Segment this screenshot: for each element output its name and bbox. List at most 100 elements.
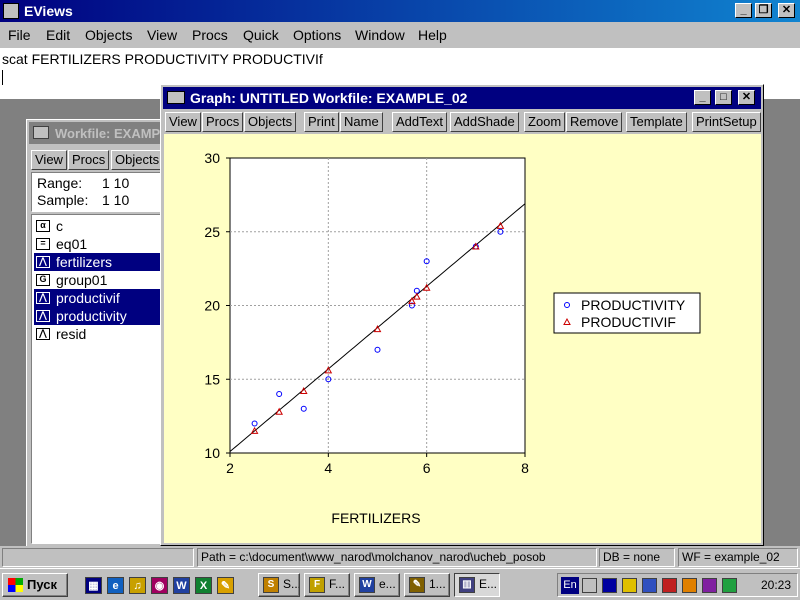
- wf-object-productivif[interactable]: ⋀ productivif: [34, 289, 164, 307]
- menu-options[interactable]: Options: [293, 27, 341, 43]
- word-icon[interactable]: W: [173, 577, 190, 594]
- x-axis-label: FERTILIZERS: [331, 510, 420, 526]
- task-button-eviews[interactable]: ▥ E...: [454, 573, 500, 597]
- workfile-titlebar[interactable]: Workfile: EXAMPLE_02: [29, 122, 199, 144]
- app-titlebar[interactable]: EViews _ ❐ ✕: [0, 0, 800, 22]
- start-label: Пуск: [27, 577, 57, 592]
- status-message: [2, 548, 194, 567]
- menu-objects[interactable]: Objects: [85, 27, 132, 43]
- menu-bar: File Edit Objects View Procs Quick Optio…: [0, 22, 800, 48]
- wf-object-group01[interactable]: G group01: [34, 271, 164, 289]
- tool-icon[interactable]: ✎: [217, 577, 234, 594]
- antivirus-icon[interactable]: [722, 578, 737, 593]
- graph-zoom-button[interactable]: Zoom: [524, 112, 566, 132]
- system-tray: En 20:23: [557, 573, 798, 597]
- series-icon: ⋀: [36, 310, 50, 322]
- graph-addshade-button[interactable]: AddShade: [450, 112, 519, 132]
- menu-help[interactable]: Help: [418, 27, 447, 43]
- x-tick-label: 6: [423, 460, 431, 476]
- excel-icon[interactable]: X: [195, 577, 212, 594]
- series-icon: ⋀: [36, 256, 50, 268]
- graph-addtext-button[interactable]: AddText: [392, 112, 447, 132]
- legend-label: PRODUCTIVIF: [581, 314, 676, 330]
- graph-print-button[interactable]: Print: [304, 112, 339, 132]
- wf-object-resid[interactable]: ⋀ resid: [34, 325, 164, 343]
- range-label: Range:: [37, 175, 83, 191]
- range-value[interactable]: 1 10: [102, 175, 129, 191]
- graph-name-button[interactable]: Name: [340, 112, 383, 132]
- series-icon: ⋀: [36, 292, 50, 304]
- coef-icon: α: [36, 220, 50, 232]
- workfile-window[interactable]: Workfile: EXAMPLE_02 View Procs Objects …: [26, 119, 199, 549]
- sample-label: Sample:: [37, 192, 89, 208]
- y-tick-label: 10: [204, 445, 220, 461]
- word-icon: W: [359, 577, 375, 593]
- scatter-chart: 2 4 6 8 10 15 20 25 30 FERTILIZERS PRODUCTIVITYP…: [204, 150, 701, 526]
- close-button[interactable]: ✕: [778, 3, 795, 18]
- group-icon: G: [36, 274, 50, 286]
- graph-window[interactable]: Graph: UNTITLED Workfile: EXAMPLE_02 _ □…: [160, 84, 764, 546]
- media-icon[interactable]: ♫: [129, 577, 146, 594]
- graph-remove-button[interactable]: Remove: [566, 112, 623, 132]
- task-button-2[interactable]: F F...: [304, 573, 350, 597]
- menu-view[interactable]: View: [147, 27, 177, 43]
- eviews-icon: ▥: [459, 577, 475, 593]
- graph-view-button[interactable]: View: [165, 112, 201, 132]
- task-button-3[interactable]: W e...: [354, 573, 400, 597]
- wf-object-fertilizers[interactable]: ⋀ fertilizers: [34, 253, 164, 271]
- wf-object-productivity[interactable]: ⋀ productivity: [34, 307, 164, 325]
- wf-object-c[interactable]: α c: [34, 217, 164, 235]
- task-button-1[interactable]: S S...: [258, 573, 300, 597]
- x-tick-label: 4: [324, 460, 332, 476]
- wf-procs-button[interactable]: Procs: [68, 150, 110, 170]
- wf-view-button[interactable]: View: [31, 150, 67, 170]
- graph-maximize-button[interactable]: □: [715, 90, 732, 105]
- task-button-4[interactable]: ✎ 1...: [404, 573, 450, 597]
- menu-file[interactable]: File: [8, 27, 31, 43]
- x-tick-label: 2: [226, 460, 234, 476]
- graph-minimize-button[interactable]: _: [694, 90, 711, 105]
- desktop-icon[interactable]: ▦: [85, 577, 102, 594]
- graph-close-button[interactable]: ✕: [738, 90, 755, 105]
- legend-label: PRODUCTIVITY: [581, 297, 686, 313]
- menu-window[interactable]: Window: [355, 27, 405, 43]
- language-indicator[interactable]: En: [561, 577, 579, 594]
- eviews-app-icon: [3, 3, 19, 19]
- equation-icon: =: [36, 238, 50, 250]
- sample-value[interactable]: 1 10: [102, 192, 129, 208]
- workfile-info: Range: 1 10 Sample: 1 10: [31, 172, 165, 212]
- start-button[interactable]: Пуск: [2, 573, 68, 597]
- text-caret: [2, 70, 3, 85]
- warning-icon[interactable]: [682, 578, 697, 593]
- app-title: EViews: [24, 3, 73, 19]
- ie-icon[interactable]: e: [107, 577, 124, 594]
- wf-object-eq01[interactable]: = eq01: [34, 235, 164, 253]
- monitor-icon[interactable]: [602, 578, 617, 593]
- wf-objects-button[interactable]: Objects: [111, 150, 164, 170]
- x-tick-label: 8: [521, 460, 529, 476]
- tool-icon: ✎: [409, 577, 425, 593]
- network-icon[interactable]: [642, 578, 657, 593]
- graph-canvas[interactable]: 2 4 6 8 10 15 20 25 30 FERTILIZERS PRODUCTIVITY P…: [164, 134, 761, 543]
- graph-printsetup-button[interactable]: PrintSetup: [692, 112, 761, 132]
- graph-template-button[interactable]: Template: [626, 112, 687, 132]
- mail-icon[interactable]: [662, 578, 677, 593]
- menu-edit[interactable]: Edit: [46, 27, 70, 43]
- graph-procs-button[interactable]: Procs: [202, 112, 244, 132]
- menu-procs[interactable]: Procs: [192, 27, 228, 43]
- speaker-icon[interactable]: [582, 578, 597, 593]
- minimize-button[interactable]: _: [735, 3, 752, 18]
- windows-logo-icon: [8, 578, 23, 592]
- graph-toolbar: View Procs Objects Print Name AddText Ad…: [163, 111, 761, 133]
- settings-icon[interactable]: [702, 578, 717, 593]
- y-tick-label: 15: [204, 371, 220, 387]
- command-line[interactable]: scat FERTILIZERS PRODUCTIVITY PRODUCTIVI…: [2, 51, 323, 67]
- menu-quick[interactable]: Quick: [243, 27, 279, 43]
- workfile-object-list[interactable]: α c = eq01 ⋀ fertilizers G group01 ⋀ pro…: [31, 214, 165, 544]
- restore-button[interactable]: ❐: [755, 3, 772, 18]
- music-icon[interactable]: [622, 578, 637, 593]
- graph-objects-button[interactable]: Objects: [244, 112, 297, 132]
- camera-icon[interactable]: ◉: [151, 577, 168, 594]
- status-wf: WF = example_02: [678, 548, 798, 567]
- graph-titlebar[interactable]: Graph: UNTITLED Workfile: EXAMPLE_02 _ □…: [163, 87, 761, 109]
